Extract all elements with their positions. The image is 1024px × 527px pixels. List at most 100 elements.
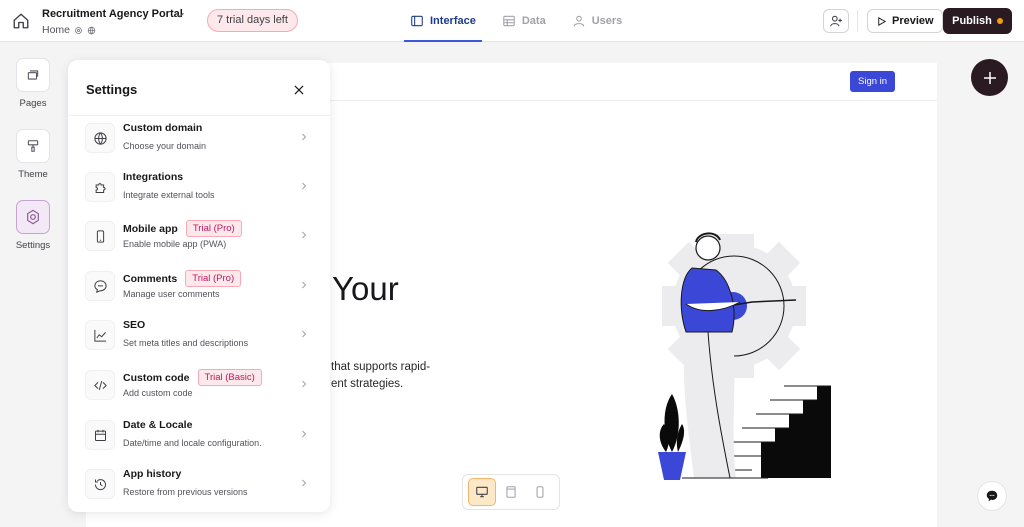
breadcrumb[interactable]: Home <box>42 24 96 36</box>
panel-divider <box>68 115 330 116</box>
settings-item-mobile-app[interactable]: Mobile app Trial (Pro) Enable mobile app … <box>85 218 313 262</box>
phone-icon <box>536 486 544 498</box>
hero-heading: Your <box>332 270 399 307</box>
settings-item-title: App history <box>123 468 181 480</box>
user-icon <box>573 15 584 27</box>
trial-badge: Trial (Pro) <box>185 270 242 287</box>
settings-item-title-text: Custom domain <box>123 122 203 134</box>
tab-users-label: Users <box>591 15 623 27</box>
settings-item-desc: Manage user comments <box>123 289 220 299</box>
settings-item-desc: Set meta titles and descriptions <box>123 338 249 348</box>
trial-badge: Trial (Pro) <box>185 220 242 237</box>
settings-item-comments[interactable]: Comments Trial (Pro) Manage user comments <box>85 268 313 312</box>
user-plus-icon <box>830 15 842 27</box>
monitor-icon <box>475 486 488 498</box>
chevron-right-icon <box>302 479 307 487</box>
settings-item-title: SEO <box>123 319 145 331</box>
settings-panel: Settings Custom domain Choose your domai… <box>68 60 330 512</box>
chevron-right-icon <box>302 231 307 239</box>
rail-item-theme[interactable]: Theme <box>11 129 55 180</box>
settings-panel-title: Settings <box>86 82 138 97</box>
settings-item-custom-domain[interactable]: Custom domain Choose your domain <box>85 120 313 164</box>
table-icon <box>503 15 515 27</box>
chart-line-icon <box>85 320 115 350</box>
settings-item-app-history[interactable]: App history Restore from previous versio… <box>85 466 313 510</box>
pages-icon <box>16 58 50 92</box>
toolbar-divider <box>857 10 858 32</box>
settings-small-icon <box>75 26 82 34</box>
play-icon <box>878 16 887 26</box>
trial-badge: Trial (Basic) <box>197 369 262 386</box>
chevron-right-icon <box>302 430 307 438</box>
settings-item-title-text: Date & Locale <box>123 419 193 431</box>
device-switcher <box>462 474 560 510</box>
add-element-button[interactable] <box>971 59 1008 96</box>
rail-label-theme: Theme <box>18 169 48 180</box>
settings-item-date-locale[interactable]: Date & Locale Date/time and locale confi… <box>85 417 313 461</box>
comment-icon <box>85 271 115 301</box>
settings-item-title-text: Integrations <box>123 171 184 183</box>
rail-label-pages: Pages <box>19 98 47 109</box>
settings-item-desc: Choose your domain <box>123 141 207 151</box>
plus-icon <box>983 71 996 84</box>
home-icon[interactable] <box>10 10 32 32</box>
settings-item-title-text: Mobile app <box>123 222 178 235</box>
mobile-view-button[interactable] <box>526 478 554 506</box>
code-icon <box>85 370 115 400</box>
settings-item-title-text: Custom code <box>123 371 190 384</box>
support-chat-button[interactable] <box>977 481 1007 511</box>
preview-label: Preview <box>892 15 934 27</box>
preview-button[interactable]: Preview <box>867 9 943 33</box>
settings-item-desc: Integrate external tools <box>123 190 215 200</box>
chevron-right-icon <box>302 281 307 289</box>
rail-label-settings: Settings <box>15 240 51 251</box>
settings-item-title: Mobile app Trial (Pro) <box>123 220 242 237</box>
layout-icon <box>411 15 423 27</box>
chevron-down-icon[interactable] <box>173 8 187 22</box>
sign-in-button[interactable]: Sign in <box>850 71 896 92</box>
settings-item-desc: Date/time and locale configuration. <box>123 438 262 448</box>
paint-roller-icon <box>16 129 50 163</box>
hero-line-1: that supports rapid- <box>331 361 431 373</box>
history-icon <box>85 469 115 499</box>
globe-small-icon <box>87 26 96 34</box>
tablet-icon <box>506 486 516 498</box>
breadcrumb-home: Home <box>42 24 71 36</box>
tablet-view-button[interactable] <box>497 478 525 506</box>
chevron-right-icon <box>302 380 307 388</box>
chat-bubble-icon <box>986 490 998 502</box>
puzzle-icon <box>85 172 115 202</box>
top-bar: Recruitment Agency Portal Home 7 trial d… <box>0 0 1024 42</box>
settings-item-title-text: SEO <box>123 319 146 331</box>
tab-interface[interactable]: Interface <box>404 0 482 42</box>
settings-item-title-text: Comments <box>123 272 178 285</box>
settings-item-integrations[interactable]: Integrations Integrate external tools <box>85 169 313 213</box>
invite-user-button[interactable] <box>823 9 849 33</box>
settings-item-title: Date & Locale <box>123 419 192 431</box>
rail-item-pages[interactable]: Pages <box>11 58 55 109</box>
settings-item-title: Integrations <box>123 171 183 183</box>
trial-days-badge[interactable]: 7 trial days left <box>207 9 298 32</box>
settings-item-custom-code[interactable]: Custom code Trial (Basic) Add custom code <box>85 367 313 411</box>
settings-item-title: Comments Trial (Pro) <box>123 270 242 287</box>
hero-illustration <box>658 232 831 480</box>
settings-item-seo[interactable]: SEO Set meta titles and descriptions <box>85 317 313 361</box>
globe-icon <box>85 123 115 153</box>
hero-description: that supports rapid- ent strategies. <box>331 359 430 393</box>
unpublished-changes-dot <box>996 18 1003 24</box>
hero-line-2: ent strategies. <box>331 378 404 390</box>
tab-data[interactable]: Data <box>496 0 552 42</box>
publish-label: Publish <box>952 15 992 27</box>
desktop-view-button[interactable] <box>467 478 496 506</box>
settings-item-title-text: App history <box>123 468 182 480</box>
settings-item-title: Custom domain <box>123 122 202 134</box>
settings-item-desc: Add custom code <box>123 388 193 398</box>
tab-interface-label: Interface <box>430 15 476 27</box>
app-title: Recruitment Agency Portal <box>42 8 183 20</box>
tab-data-label: Data <box>521 15 546 27</box>
settings-icon <box>16 200 50 234</box>
publish-button[interactable]: Publish <box>943 8 1012 34</box>
rail-item-settings[interactable]: Settings <box>11 200 55 251</box>
tab-users[interactable]: Users <box>566 0 629 42</box>
close-icon[interactable] <box>289 80 309 100</box>
